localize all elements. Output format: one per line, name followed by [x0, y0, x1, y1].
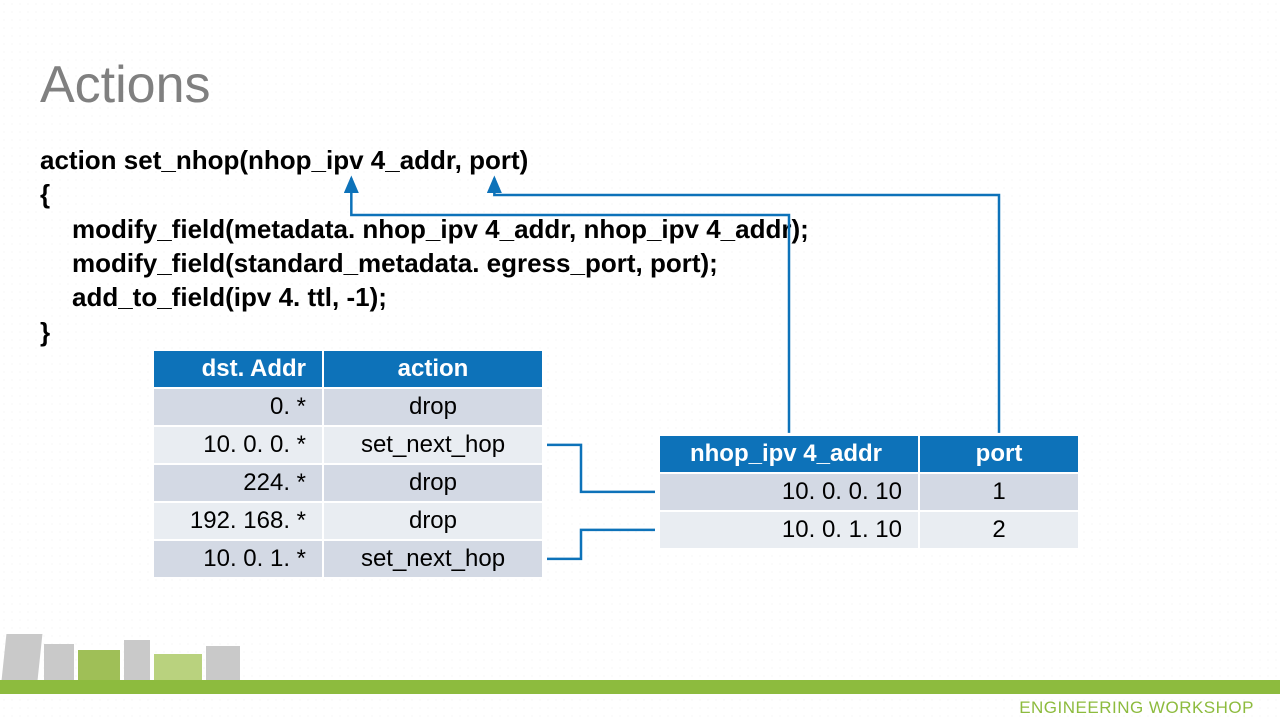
code-l1e: ) [520, 145, 529, 175]
table-row: 10. 0. 1. *set_next_hop [153, 540, 543, 578]
th-nhop: nhop_ipv 4_addr [659, 435, 919, 473]
code-param-port: port [469, 145, 520, 175]
th-port: port [919, 435, 1079, 473]
code-block: action set_nhop(nhop_ipv 4_addr, port) {… [40, 143, 1240, 349]
table-row: 10. 0. 1. 102 [659, 511, 1079, 549]
code-l2: { [40, 177, 1240, 211]
table-row: 224. *drop [153, 464, 543, 502]
table-header-row: nhop_ipv 4_addr port [659, 435, 1079, 473]
code-l5: add_to_field(ipv 4. ttl, -1); [72, 282, 387, 312]
footer-bar [0, 680, 1280, 694]
skyline-graphic [0, 620, 260, 680]
th-dstaddr: dst. Addr [153, 350, 323, 388]
table-row: 10. 0. 0. *set_next_hop [153, 426, 543, 464]
table-row: 192. 168. *drop [153, 502, 543, 540]
th-action: action [323, 350, 543, 388]
code-param-nhop: nhop_ipv 4_addr [248, 145, 455, 175]
code-l4: modify_field(standard_metadata. egress_p… [72, 248, 718, 278]
nexthop-table: nhop_ipv 4_addr port 10. 0. 0. 101 10. 0… [658, 434, 1080, 550]
code-l1c: , [455, 145, 469, 175]
table-row: 0. *drop [153, 388, 543, 426]
code-l3: modify_field(metadata. nhop_ipv 4_addr, … [72, 214, 809, 244]
code-l1a: action set_nhop( [40, 145, 248, 175]
slide-title: Actions [40, 55, 1240, 115]
code-l6: } [40, 315, 1240, 349]
footer-text: ENGINEERING WORKSHOP [1019, 698, 1254, 718]
table-header-row: dst. Addr action [153, 350, 543, 388]
table-row: 10. 0. 0. 101 [659, 473, 1079, 511]
routing-table: dst. Addr action 0. *drop 10. 0. 0. *set… [152, 349, 544, 579]
